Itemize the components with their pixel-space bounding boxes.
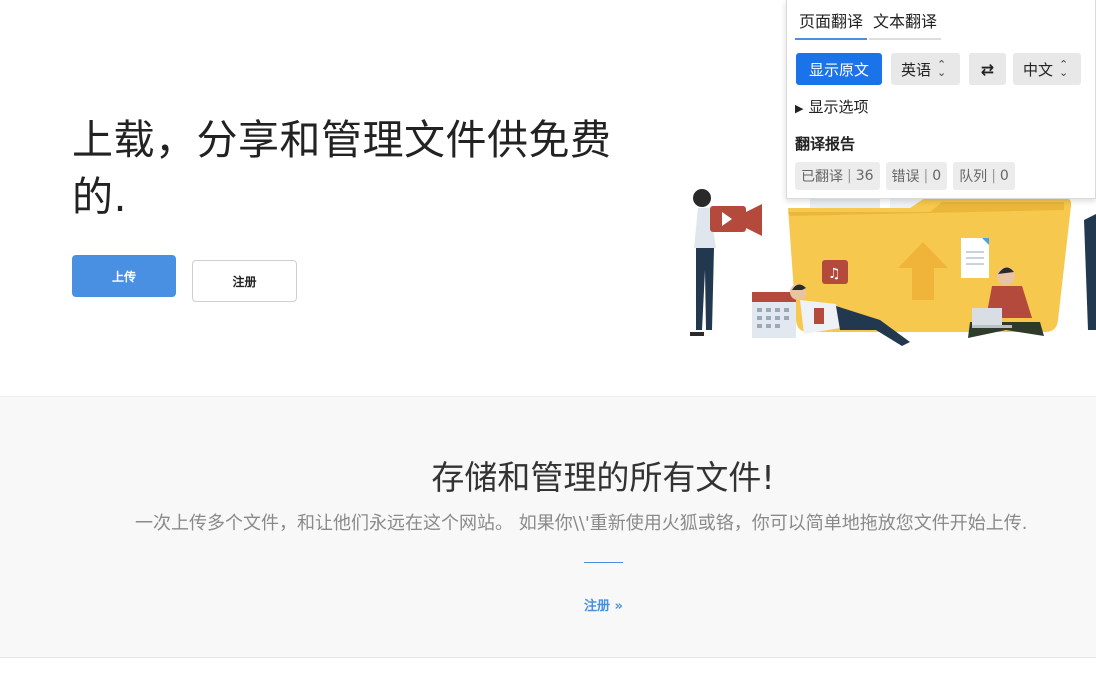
translate-tabs: 页面翻译 文本翻译 [795, 8, 943, 40]
tab-text-translate[interactable]: 文本翻译 [869, 8, 942, 40]
source-language-select[interactable]: 英语 ⌃ ⌄ [891, 53, 960, 85]
swap-icon[interactable]: ⇄ [969, 53, 1006, 85]
stat-queue-label: 队列 [959, 169, 988, 185]
calendar-illustration [752, 292, 796, 338]
target-language-value: 中文 [1023, 60, 1054, 79]
person-camera-illustration [690, 189, 762, 336]
stat-errors-count: 0 [932, 168, 942, 184]
stat-translated-label: 已翻译 [801, 169, 843, 185]
triangle-right-icon: ▶ [795, 102, 804, 115]
hero-title: 上载，分享和管理文件供免费的. [72, 116, 612, 221]
stat-errors: 错误 | 0 [885, 162, 948, 190]
source-language-value: 英语 [901, 60, 932, 79]
translation-stats: 已翻译 | 36 错误 | 0 队列 | 0 [795, 162, 1015, 190]
features-title: 存储和管理的所有文件! [431, 458, 775, 497]
stat-errors-label: 错误 [891, 169, 920, 185]
stat-translated: 已翻译 | 36 [795, 162, 880, 190]
features-description: 一次上传多个文件，和让他们永远在这个网站。 如果你\\'重新使用火狐或铬，你可以… [135, 513, 1028, 534]
translate-panel: 页面翻译 文本翻译 显示原文 英语 ⌃ ⌄ ⇄ 中文 ⌃ ⌄ ▶ 显示选项 翻译报告 … [786, 0, 1096, 199]
target-language-select[interactable]: 中文 ⌃ ⌄ [1013, 53, 1081, 85]
stat-queue-count: 0 [999, 168, 1009, 184]
show-options-toggle[interactable]: ▶ 显示选项 [795, 96, 868, 117]
features-section: 存储和管理的所有文件! 一次上传多个文件，和让他们永远在这个网站。 如果你\\'… [0, 396, 1096, 658]
person-edge-illustration [1084, 214, 1096, 330]
upload-button[interactable]: 上传 [72, 255, 176, 297]
tab-page-translate[interactable]: 页面翻译 [795, 8, 868, 40]
chevron-updown-icon: ⌃ ⌄ [937, 58, 947, 79]
features-divider [584, 562, 623, 563]
show-options-label: 显示选项 [808, 98, 869, 116]
svg-text:♫: ♫ [828, 266, 841, 282]
stat-queue: 队列 | 0 [953, 162, 1015, 190]
register-button[interactable]: 注册 [192, 260, 297, 302]
features-register-link[interactable]: 注册 » [584, 595, 623, 614]
translation-report-title: 翻译报告 [795, 135, 856, 153]
stat-translated-count: 36 [855, 168, 874, 184]
chevron-updown-icon: ⌃ ⌄ [1059, 58, 1069, 79]
show-original-button[interactable]: 显示原文 [796, 53, 882, 85]
